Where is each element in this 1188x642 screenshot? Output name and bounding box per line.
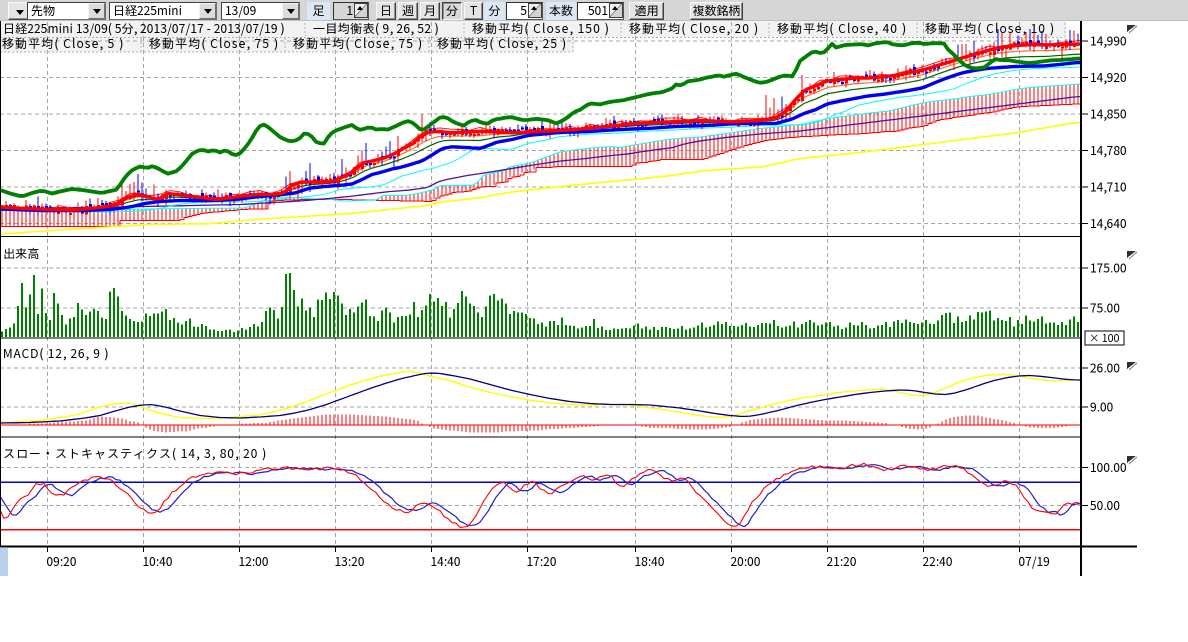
svg-text:18:40: 18:40 [635,553,665,570]
svg-text:75.00: 75.00 [1090,300,1120,317]
svg-text:09:20: 09:20 [47,553,77,570]
svg-text:07/19: 07/19 [1019,553,1050,570]
svg-text:13:20: 13:20 [335,553,365,570]
svg-text:14,850: 14,850 [1090,106,1127,123]
svg-text:20:00: 20:00 [731,553,761,570]
svg-text:9.00: 9.00 [1090,399,1113,416]
svg-text:出来高: 出来高 [3,245,39,262]
svg-text:175.00: 175.00 [1090,260,1127,277]
svg-text:50.00: 50.00 [1090,497,1120,514]
svg-text:移動平均( Close, 10 ): 移動平均( Close, 10 ) [924,21,1055,37]
svg-text:14,640: 14,640 [1090,215,1127,232]
svg-text:× 100: × 100 [1089,331,1120,346]
svg-text:22:40: 22:40 [923,553,953,570]
svg-text:14,780: 14,780 [1090,142,1127,159]
svg-text:14,990: 14,990 [1090,33,1127,50]
svg-text:スロー・ストキャスティクス( 14, 3, 80, 20 ): スロー・ストキャスティクス( 14, 3, 80, 20 ) [3,445,267,462]
svg-text:21:20: 21:20 [827,553,857,570]
svg-text:移動平均( Close, 40 ): 移動平均( Close, 40 ) [776,21,907,37]
svg-text:移動平均( Close, 75 ): 移動平均( Close, 75 ) [148,35,279,52]
svg-text:26.00: 26.00 [1090,360,1120,377]
svg-text:移動平均( Close, 75 ): 移動平均( Close, 75 ) [292,35,423,52]
svg-text:12:00: 12:00 [239,553,269,570]
svg-text:100.00: 100.00 [1090,459,1127,476]
svg-text:10:40: 10:40 [143,553,173,570]
svg-text:14,710: 14,710 [1090,179,1127,196]
svg-text:移動平均( Close, 5 ): 移動平均( Close, 5 ) [1,35,124,52]
svg-text:14,920: 14,920 [1090,69,1127,86]
svg-text:MACD( 12, 26, 9 ): MACD( 12, 26, 9 ) [3,345,109,362]
svg-text:移動平均( Close, 25 ): 移動平均( Close, 25 ) [436,35,567,52]
svg-text:14:40: 14:40 [431,553,461,570]
svg-text:移動平均( Close, 20 ): 移動平均( Close, 20 ) [628,21,759,37]
svg-text:17:20: 17:20 [527,553,557,570]
